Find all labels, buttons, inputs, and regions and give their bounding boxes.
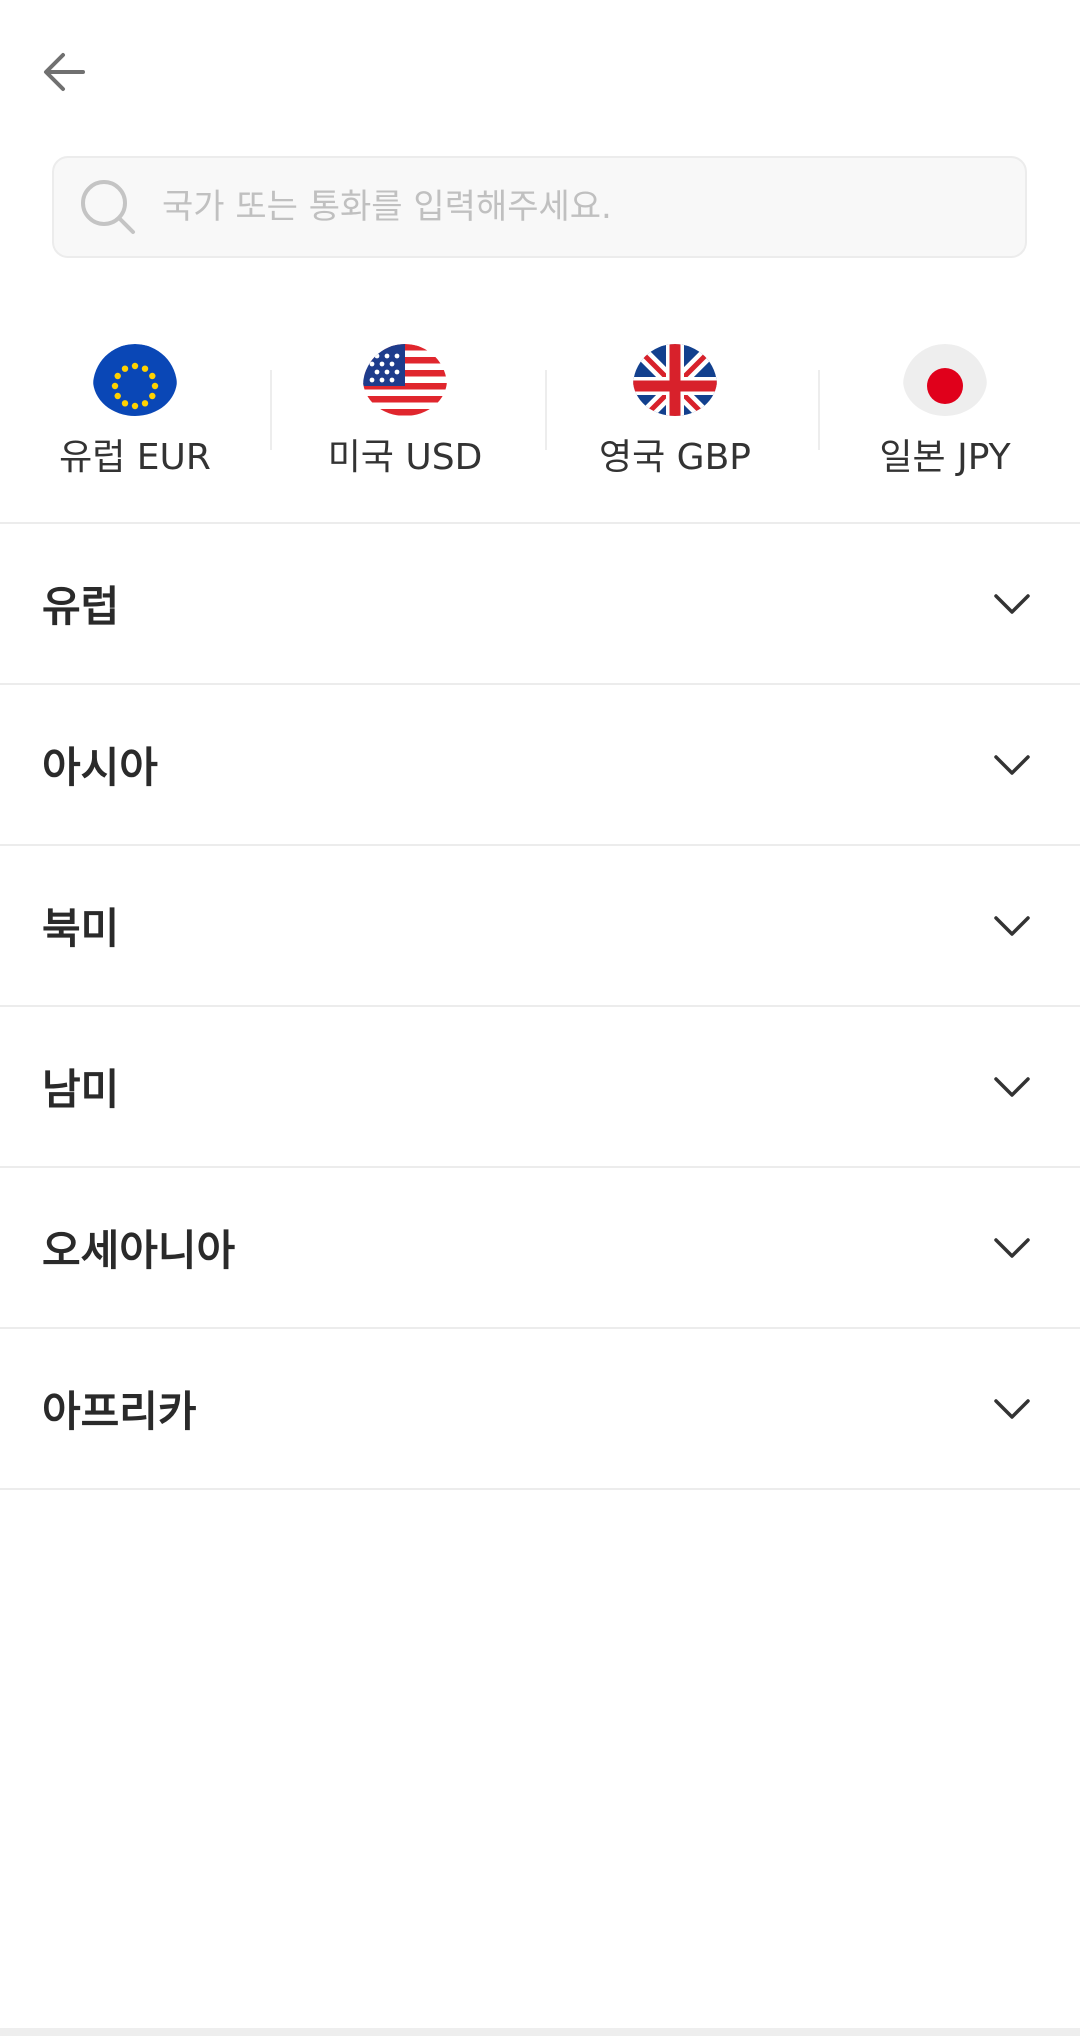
divider [270, 370, 272, 450]
chevron-down-icon [984, 576, 1040, 632]
back-button[interactable] [36, 44, 92, 100]
chevron-down-icon [984, 898, 1040, 954]
quick-currency-label: 유럽 EUR [59, 437, 211, 478]
us-flag-icon [363, 344, 447, 416]
region-row-europe[interactable]: 유럽 [0, 524, 1080, 685]
quick-currency-row: 유럽 EUR 미국 USD 영국 GBP 일본 JPY [0, 320, 1080, 480]
region-label: 오세아니아 [42, 1226, 236, 1275]
region-label: 유럽 [42, 582, 120, 631]
chevron-down-icon [984, 737, 1040, 793]
divider [545, 370, 547, 450]
region-label: 아시아 [42, 743, 158, 792]
quick-currency-label: 미국 USD [327, 437, 483, 478]
region-row-south-america[interactable]: 남미 [0, 1007, 1080, 1168]
chevron-down-icon [984, 1220, 1040, 1276]
quick-currency-label: 영국 GBP [599, 437, 751, 478]
quick-currency-label: 일본 JPY [879, 437, 1011, 478]
quick-currency-gbp[interactable]: 영국 GBP [540, 320, 810, 480]
region-row-north-america[interactable]: 북미 [0, 846, 1080, 1007]
jp-flag-icon [903, 344, 987, 416]
bottom-edge [0, 2028, 1080, 2036]
uk-flag-icon [633, 344, 717, 416]
region-label: 남미 [42, 1065, 120, 1114]
quick-currency-eur[interactable]: 유럽 EUR [0, 320, 270, 480]
chevron-down-icon [984, 1381, 1040, 1437]
region-row-africa[interactable]: 아프리카 [0, 1329, 1080, 1490]
search-input[interactable] [160, 157, 1025, 257]
search-bar[interactable] [52, 156, 1027, 258]
quick-currency-jpy[interactable]: 일본 JPY [810, 320, 1080, 480]
region-row-oceania[interactable]: 오세아니아 [0, 1168, 1080, 1329]
region-list: 유럽 아시아 북미 남미 오세아니아 아프리카 [0, 522, 1080, 1490]
eu-flag-icon [93, 344, 177, 416]
region-row-asia[interactable]: 아시아 [0, 685, 1080, 846]
chevron-down-icon [984, 1059, 1040, 1115]
top-bar [0, 0, 1080, 140]
region-label: 아프리카 [42, 1387, 197, 1436]
region-label: 북미 [42, 904, 120, 953]
search-icon [78, 177, 138, 237]
quick-currency-usd[interactable]: 미국 USD [270, 320, 540, 480]
divider [818, 370, 820, 450]
arrow-left-icon [44, 53, 85, 91]
